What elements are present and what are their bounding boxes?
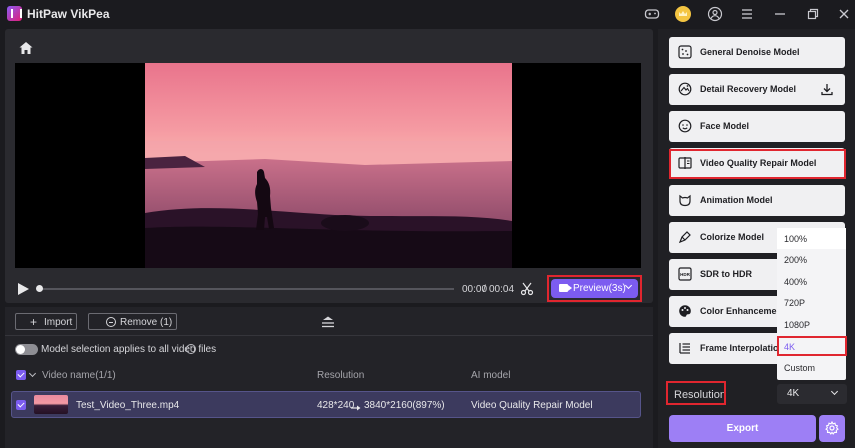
model-label: SDR to HDR [700,269,752,279]
model-detail-recovery[interactable]: Detail Recovery Model [669,74,845,105]
camera-icon [559,284,572,292]
minimize-icon[interactable] [772,6,788,22]
minus-circle-icon [106,317,116,327]
column-header-video-name[interactable]: Video name(1/1) [42,370,116,381]
model-label: General Denoise Model [700,47,800,57]
model-label: Video Quality Repair Model [700,158,817,168]
resolution-option-1080p[interactable]: 1080P [777,314,846,335]
progress-knob[interactable] [36,285,43,292]
denoise-icon [678,45,692,59]
resolution-option-400[interactable]: 400% [777,271,846,292]
resolution-from: 428*240 [317,400,355,411]
chevron-down-icon [830,387,839,396]
face-icon [678,119,692,133]
select-all-checkbox[interactable] [16,370,26,380]
download-icon[interactable] [821,83,833,96]
info-icon[interactable]: i [186,344,196,354]
crown-icon[interactable] [675,6,691,22]
resolution-to: 3840*2160(897%) [364,400,445,411]
hdr-icon: HDR [678,267,692,281]
resolution-label: Resolution [674,389,726,401]
frame-interp-icon [679,343,690,354]
video-thumbnail [34,395,68,414]
file-name: Test_Video_Three.mp4 [76,400,180,411]
model-label: Color Enhancement [700,306,786,316]
model-video-quality-repair[interactable]: Video Quality Repair Model [669,148,845,179]
colorize-icon [678,231,691,244]
video-frame [145,63,512,268]
column-header-resolution: Resolution [317,370,365,381]
gear-icon [825,421,839,435]
resolution-value: 4K [787,388,800,399]
remove-button[interactable]: Remove (1) [88,313,177,330]
play-icon[interactable] [18,283,29,295]
preview-button[interactable]: Preview(3s) [551,279,638,298]
progress-track[interactable] [38,288,454,290]
home-icon[interactable] [18,40,34,56]
model-label: Colorize Model [700,232,765,242]
model-label: Detail Recovery Model [700,84,797,94]
resolution-option-custom[interactable]: Custom [777,357,846,378]
model-animation[interactable]: Animation Model [669,185,845,216]
import-button[interactable]: + Import [15,313,77,330]
svg-text:HDR: HDR [680,272,690,277]
row-ai-model: Video Quality Repair Model [471,400,593,411]
time-total: 00:04 [489,284,515,295]
resolution-option-4k[interactable]: 4K [777,336,846,357]
remove-label: Remove (1) [120,317,173,328]
export-settings-button[interactable] [819,415,845,442]
resolution-select[interactable]: 4K [777,384,847,404]
resolution-option-100[interactable]: 100% [777,228,846,249]
resolution-option-200[interactable]: 200% [777,249,846,270]
resolution-option-720p[interactable]: 720P [777,292,846,313]
export-button[interactable]: Export [669,415,816,442]
close-icon[interactable] [836,6,852,22]
color-enhance-icon [679,305,691,317]
app-title: HitPaw VikPea [27,7,110,21]
scissors-icon[interactable] [520,282,534,296]
model-label: Animation Model [700,195,773,205]
user-icon[interactable] [707,6,723,22]
row-checkbox[interactable] [16,400,26,410]
model-general-denoise[interactable]: General Denoise Model [669,37,845,68]
title-bar [0,0,855,28]
apply-all-toggle[interactable] [15,344,38,355]
plus-icon: + [30,315,38,329]
toolbar-divider [5,335,653,336]
video-repair-icon [678,157,692,169]
model-face[interactable]: Face Model [669,111,845,142]
menu-icon[interactable] [739,6,755,22]
chevron-down-icon[interactable] [624,281,633,290]
preview-label: Preview(3s) [573,283,626,294]
app-logo [7,6,22,21]
animation-icon [679,194,691,207]
collapse-panel-icon[interactable] [320,315,336,329]
import-label: Import [44,317,73,328]
gamepad-icon[interactable] [644,6,660,22]
arrow-right-icon [351,402,361,411]
model-label: Face Model [700,121,750,131]
time-separator: / [483,284,486,295]
restore-icon[interactable] [805,6,821,22]
detail-recovery-icon [678,82,692,96]
column-header-ai-model: AI model [471,370,511,381]
model-label: Frame Interpolation [700,343,785,353]
